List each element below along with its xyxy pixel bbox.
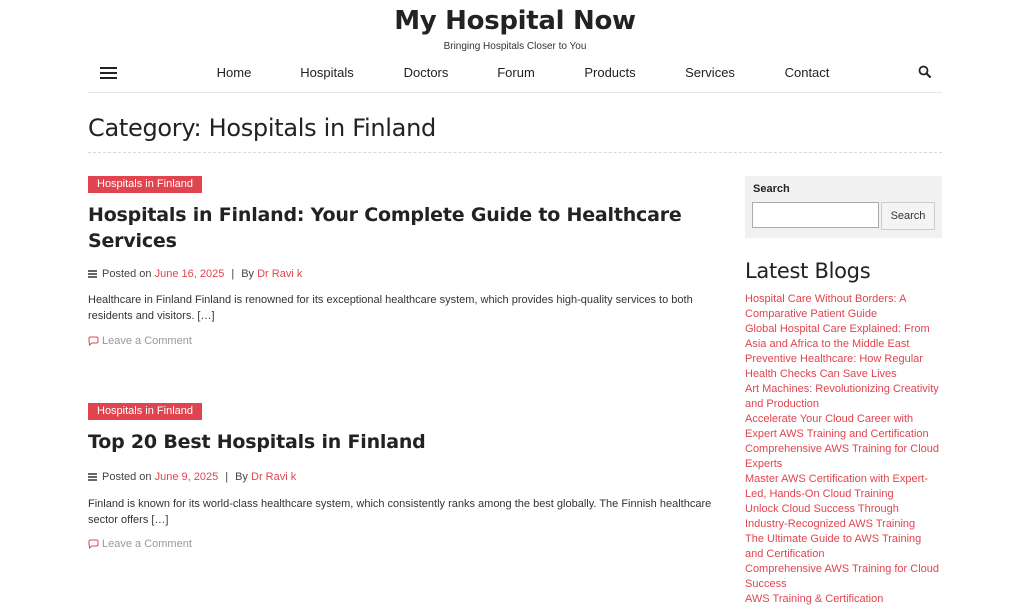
latest-blog-link[interactable]: Master AWS Certification with Expert-Led…	[745, 472, 942, 502]
search-icon[interactable]	[918, 65, 932, 79]
nav-item-contact[interactable]: Contact	[785, 65, 830, 80]
comment-icon	[88, 336, 99, 347]
posted-on-label: Posted on	[102, 471, 152, 483]
nav-item-doctors[interactable]: Doctors	[404, 65, 449, 80]
post-author-link[interactable]: Dr Ravi k	[251, 471, 296, 483]
list-icon	[88, 473, 97, 481]
latest-blog-link[interactable]: Global Hospital Care Explained: From Asi…	[745, 322, 942, 352]
latest-blogs-heading: Latest Blogs	[745, 259, 871, 283]
leave-comment-label: Leave a Comment	[102, 335, 192, 347]
post-excerpt: Healthcare in Finland Finland is renowne…	[88, 294, 693, 322]
search-widget-label: Search	[753, 183, 790, 195]
post-title[interactable]: Top 20 Best Hospitals in Finland	[88, 429, 708, 455]
post-meta: Posted on June 16, 2025 | By Dr Ravi k	[88, 268, 302, 280]
latest-blog-link[interactable]: Comprehensive AWS Training for Cloud Suc…	[745, 562, 942, 592]
comment-icon	[88, 539, 99, 550]
latest-blog-link[interactable]: Hospital Care Without Borders: A Compara…	[745, 292, 942, 322]
hamburger-menu-icon[interactable]	[100, 67, 117, 79]
nav-item-home[interactable]: Home	[217, 65, 252, 80]
latest-blogs-list: Hospital Care Without Borders: A Compara…	[745, 292, 942, 607]
site-tagline: Bringing Hospitals Closer to You	[443, 41, 587, 52]
post-excerpt: Finland is known for its world-class hea…	[88, 498, 712, 526]
post-author-link[interactable]: Dr Ravi k	[257, 268, 302, 280]
category-title: Category: Hospitals in Finland	[88, 114, 436, 142]
post-date-link[interactable]: June 9, 2025	[155, 471, 219, 483]
by-label: By	[235, 471, 248, 483]
meta-separator: |	[225, 471, 229, 483]
post-date-link[interactable]: June 16, 2025	[155, 268, 225, 280]
sidebar-search-input[interactable]	[752, 202, 879, 228]
latest-blog-link[interactable]: AWS Training & Certification	[745, 592, 942, 607]
latest-blog-link[interactable]: Preventive Healthcare: How Regular Healt…	[745, 352, 942, 382]
list-icon	[88, 270, 97, 278]
sidebar-search-widget: Search Search	[745, 176, 942, 238]
post-meta: Posted on June 9, 2025 | By Dr Ravi k	[88, 471, 296, 483]
leave-comment-link[interactable]: Leave a Comment	[88, 335, 192, 347]
title-divider	[88, 152, 942, 153]
post-title[interactable]: Hospitals in Finland: Your Complete Guid…	[88, 202, 708, 254]
meta-separator: |	[231, 268, 235, 280]
latest-blog-link[interactable]: The Ultimate Guide to AWS Training and C…	[745, 532, 942, 562]
site-title[interactable]: My Hospital Now	[0, 6, 1024, 36]
posted-on-label: Posted on	[102, 268, 152, 280]
nav-item-forum[interactable]: Forum	[497, 65, 535, 80]
nav-item-products[interactable]: Products	[584, 65, 635, 80]
post-category-badge[interactable]: Hospitals in Finland	[88, 403, 202, 420]
leave-comment-link[interactable]: Leave a Comment	[88, 538, 192, 550]
post-category-badge[interactable]: Hospitals in Finland	[88, 176, 202, 193]
latest-blog-link[interactable]: Accelerate Your Cloud Career with Expert…	[745, 412, 942, 442]
latest-blog-link[interactable]: Comprehensive AWS Training for Cloud Exp…	[745, 442, 942, 472]
latest-blog-link[interactable]: Unlock Cloud Success Through Industry-Re…	[745, 502, 942, 532]
page: My Hospital Now Bringing Hospitals Close…	[0, 0, 1024, 609]
by-label: By	[241, 268, 255, 280]
nav-item-services[interactable]: Services	[685, 65, 735, 80]
latest-blog-link[interactable]: Art Machines: Revolutionizing Creativity…	[745, 382, 942, 412]
sidebar-search-button[interactable]: Search	[881, 202, 935, 230]
leave-comment-label: Leave a Comment	[102, 538, 192, 550]
nav-item-hospitals[interactable]: Hospitals	[300, 65, 353, 80]
main-navigation: Home Hospitals Doctors Forum Products Se…	[88, 62, 942, 93]
